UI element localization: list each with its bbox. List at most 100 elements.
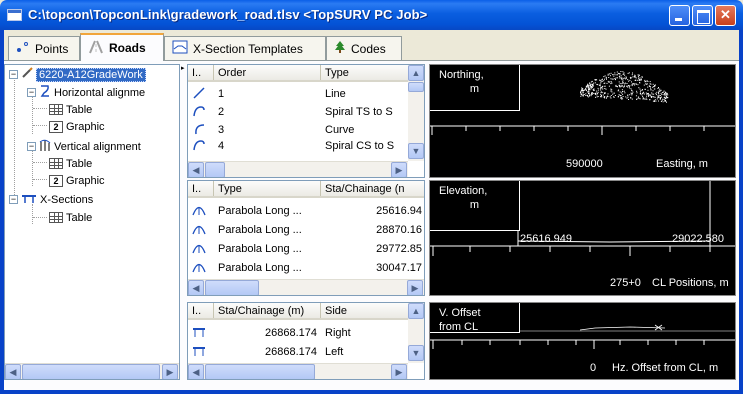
- horizontal-scrollbar[interactable]: ◀ ▶: [188, 363, 408, 379]
- tree-item-horizontal-alignment[interactable]: − Horizontal alignme: [27, 84, 145, 101]
- column-header-side[interactable]: Side: [321, 303, 410, 318]
- tree-horizontal-scrollbar[interactable]: ◀ ▶: [5, 363, 179, 379]
- survey-point: [658, 90, 660, 92]
- tab-codes[interactable]: Codes: [326, 36, 402, 60]
- tree-item-x-table[interactable]: Table: [49, 209, 92, 226]
- collapse-toggle[interactable]: −: [27, 142, 36, 151]
- profile-view-chart[interactable]: Elevation, m 25616.949 29022.580 275+0 C…: [429, 180, 736, 296]
- xsection-icon: [21, 192, 37, 207]
- survey-point: [646, 83, 648, 85]
- survey-point: [588, 85, 590, 87]
- tab-points[interactable]: Points: [8, 36, 80, 60]
- collapse-toggle[interactable]: −: [9, 195, 18, 204]
- scroll-right-button[interactable]: ▶: [162, 364, 178, 379]
- survey-point: [599, 79, 601, 81]
- cell-type: Parabola Long ...: [218, 224, 302, 236]
- survey-point: [645, 92, 647, 94]
- table-row[interactable]: 26868.174 Left: [188, 344, 410, 360]
- scroll-left-button[interactable]: ◀: [188, 280, 204, 295]
- survey-point: [646, 95, 648, 97]
- survey-point: [645, 84, 647, 85]
- tree-item-h-graphic[interactable]: 2 Graphic: [49, 118, 105, 135]
- survey-point: [605, 97, 607, 99]
- column-header-icon[interactable]: I..: [188, 181, 214, 196]
- survey-point: [652, 90, 654, 92]
- tab-xsection-templates[interactable]: X-Section Templates: [164, 36, 326, 60]
- survey-point: [605, 92, 606, 94]
- survey-point: [651, 93, 653, 95]
- panel-splitter[interactable]: [181, 64, 186, 380]
- section-y-label-line1: V. Offset: [439, 307, 481, 319]
- table-row[interactable]: 1 Line: [188, 86, 410, 102]
- survey-point: [663, 94, 665, 96]
- section-view-chart[interactable]: V. Offset from CL 0 Hz. Offset from CL, …: [429, 302, 736, 380]
- tree-item-xsections[interactable]: − X-Sections: [9, 191, 93, 208]
- column-header-type[interactable]: Type: [321, 65, 410, 80]
- column-header-station[interactable]: Sta/Chainage (m): [214, 303, 321, 318]
- scroll-down-button[interactable]: ▼: [408, 345, 424, 361]
- table-row[interactable]: 3 Curve: [188, 122, 410, 138]
- table-row[interactable]: 2 Spiral TS to S: [188, 104, 410, 120]
- survey-point: [628, 99, 629, 100]
- scroll-left-button[interactable]: ◀: [188, 162, 204, 177]
- table-row[interactable]: 26868.174 Right: [188, 325, 410, 341]
- tree-item-h-table[interactable]: Table: [49, 101, 92, 118]
- table-row[interactable]: Parabola Long ... 28870.16: [188, 222, 424, 238]
- table-row[interactable]: Parabola Long ... 29772.85: [188, 241, 424, 257]
- vertical-alignment-grid[interactable]: I.. Type Sta/Chainage (n Parabola Long .…: [187, 180, 425, 296]
- close-button[interactable]: ✕: [715, 5, 736, 26]
- scroll-right-button[interactable]: ▶: [391, 364, 407, 379]
- horizontal-scrollbar[interactable]: ◀ ▶: [188, 279, 424, 295]
- scroll-right-button[interactable]: ▶: [407, 280, 423, 295]
- scroll-right-button[interactable]: ▶: [391, 162, 407, 177]
- column-header-icon[interactable]: I..: [188, 303, 214, 318]
- minimize-button[interactable]: [669, 5, 690, 26]
- column-header-order[interactable]: Order: [214, 65, 321, 80]
- survey-point: [585, 87, 586, 89]
- tree-item-v-graphic[interactable]: 2 Graphic: [49, 172, 105, 189]
- tree-item-road[interactable]: − 6220-A12GradeWork: [9, 66, 146, 83]
- survey-point: [632, 91, 634, 93]
- survey-point: [604, 85, 606, 87]
- plan-view-chart[interactable]: Northing, m 590000 Easting, m: [429, 64, 736, 178]
- xsection-grid[interactable]: I.. Sta/Chainage (m) Side 26868.174 Righ…: [187, 302, 425, 380]
- scroll-thumb[interactable]: [205, 280, 259, 295]
- survey-point: [627, 96, 629, 98]
- scroll-thumb[interactable]: [408, 82, 424, 92]
- survey-point: [631, 81, 632, 83]
- tree-item-vertical-alignment[interactable]: − Vertical alignment: [27, 138, 141, 155]
- survey-point: [658, 91, 660, 93]
- column-header-station[interactable]: Sta/Chainage (n: [321, 181, 424, 196]
- survey-point: [586, 86, 588, 88]
- scroll-left-button[interactable]: ◀: [5, 364, 21, 379]
- scroll-up-button[interactable]: ▲: [408, 65, 424, 81]
- scroll-thumb[interactable]: [22, 364, 160, 379]
- collapse-toggle[interactable]: −: [9, 70, 18, 79]
- survey-point: [621, 89, 623, 91]
- tree-item-v-table[interactable]: Table: [49, 155, 92, 172]
- survey-point: [581, 87, 583, 89]
- collapse-toggle[interactable]: −: [27, 88, 36, 97]
- scroll-left-button[interactable]: ◀: [188, 364, 204, 379]
- table-row[interactable]: 4 Spiral CS to S: [188, 140, 410, 152]
- scroll-thumb[interactable]: [205, 364, 315, 379]
- horizontal-alignment-grid[interactable]: I.. Order Type 1 Line 2 Spiral TS to S 3…: [187, 64, 425, 178]
- vertical-scrollbar[interactable]: ▲ ▼: [408, 303, 424, 363]
- scroll-up-button[interactable]: ▲: [408, 303, 424, 319]
- window-title-bar[interactable]: C:\topcon\TopconLink\gradework_road.tlsv…: [0, 0, 743, 30]
- scroll-thumb[interactable]: [205, 162, 225, 177]
- table-row[interactable]: Parabola Long ... 30047.17: [188, 260, 424, 276]
- survey-point: [628, 80, 630, 82]
- survey-point: [650, 89, 652, 91]
- survey-point: [651, 92, 653, 94]
- road-tree[interactable]: − 6220-A12GradeWork − Horizontal alignme…: [4, 64, 180, 380]
- column-header-icon[interactable]: I..: [188, 65, 214, 80]
- scroll-down-button[interactable]: ▼: [408, 143, 424, 159]
- maximize-button[interactable]: [692, 5, 713, 26]
- table-row[interactable]: Parabola Long ... 25616.94: [188, 203, 424, 219]
- survey-point: [622, 98, 624, 100]
- column-header-type[interactable]: Type: [214, 181, 321, 196]
- vertical-scrollbar[interactable]: ▲ ▼: [408, 65, 424, 161]
- horizontal-scrollbar[interactable]: ◀ ▶: [188, 161, 408, 177]
- tab-roads[interactable]: Roads: [80, 33, 164, 61]
